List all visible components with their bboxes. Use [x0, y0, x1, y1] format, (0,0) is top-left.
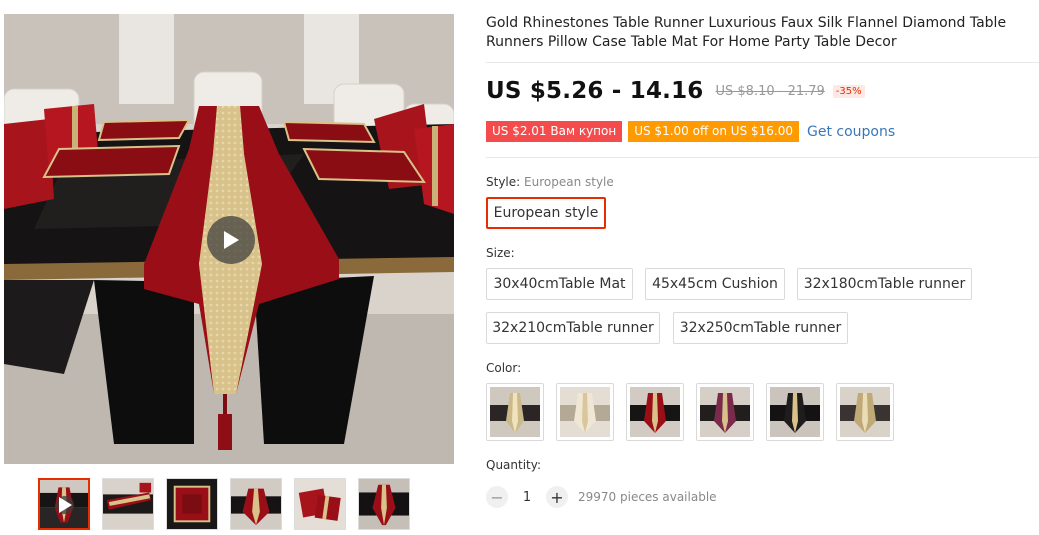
swatch-image: [700, 387, 750, 437]
color-swatch-black-gold-runner[interactable]: [766, 383, 824, 441]
get-coupons-link[interactable]: Get coupons: [807, 124, 895, 140]
size-option-32x210-table-runner[interactable]: 32x210cmTable runner: [486, 312, 660, 344]
style-label-text: Style:: [486, 175, 521, 189]
size-option-32x180-table-runner[interactable]: 32x180cmTable runner: [797, 268, 972, 300]
original-price: US $8.10 - 21.79: [715, 83, 825, 99]
size-option-45x45-cushion[interactable]: 45x45cm Cushion: [645, 268, 785, 300]
thumbnail-4[interactable]: [230, 478, 282, 530]
thumbnail-image: [167, 479, 217, 529]
play-icon: [224, 231, 239, 249]
size-option-30x40-table-mat[interactable]: 30x40cmTable Mat: [486, 268, 633, 300]
quantity-stepper: − 1 + 29970 pieces available: [486, 486, 717, 508]
style-option-european[interactable]: European style: [486, 197, 606, 229]
size-label: Size:: [486, 246, 515, 260]
thumbnail-1[interactable]: [38, 478, 90, 530]
minus-icon: −: [490, 487, 504, 507]
product-title: Gold Rhinestones Table Runner Luxurious …: [486, 15, 1007, 50]
thumbnail-image: [103, 479, 153, 529]
thumbnail-image: [359, 479, 409, 529]
swatch-image: [770, 387, 820, 437]
divider: [486, 62, 1039, 63]
swatch-image: [490, 387, 540, 437]
divider: [486, 157, 1039, 158]
thumbnail-strip: [38, 478, 410, 530]
swatch-image: [560, 387, 610, 437]
current-price: US $5.26 - 14.16: [486, 78, 704, 104]
swatch-image: [630, 387, 680, 437]
color-label: Color:: [486, 361, 522, 375]
pieces-available-text: 29970 pieces available: [578, 490, 717, 504]
coupon-badge-2[interactable]: US $1.00 off on US $16.00: [628, 121, 799, 142]
play-video-button[interactable]: [207, 216, 255, 264]
quantity-label: Quantity:: [486, 458, 542, 472]
quantity-input[interactable]: 1: [508, 490, 546, 505]
style-selected-value: European style: [524, 175, 614, 189]
thumbnail-3[interactable]: [166, 478, 218, 530]
video-indicator-icon: [56, 496, 74, 514]
style-label: Style: European style: [486, 175, 614, 189]
color-swatch-rose-runner[interactable]: [696, 383, 754, 441]
coupon-badge-1[interactable]: US $2.01 Вам купон: [486, 121, 623, 142]
thumbnail-image: [231, 479, 281, 529]
color-swatch-red-runner[interactable]: [626, 383, 684, 441]
color-swatch-cream-runner[interactable]: [556, 383, 614, 441]
size-option-32x250-table-runner[interactable]: 32x250cmTable runner: [673, 312, 848, 344]
thumbnail-image: [295, 479, 345, 529]
price-row: US $5.26 - 14.16 US $8.10 - 21.79 -35%: [486, 78, 865, 104]
swatch-image: [840, 387, 890, 437]
thumbnail-5[interactable]: [294, 478, 346, 530]
thumbnail-6[interactable]: [358, 478, 410, 530]
main-product-image[interactable]: [4, 14, 454, 464]
increase-quantity-button[interactable]: +: [546, 486, 568, 508]
discount-badge: -35%: [832, 84, 865, 98]
color-swatch-champagne-runner[interactable]: [836, 383, 894, 441]
coupon-row: US $2.01 Вам купон US $1.00 off on US $1…: [486, 121, 895, 142]
decrease-quantity-button[interactable]: −: [486, 486, 508, 508]
thumbnail-2[interactable]: [102, 478, 154, 530]
color-swatch-gold-runner[interactable]: [486, 383, 544, 441]
plus-icon: +: [550, 487, 564, 507]
